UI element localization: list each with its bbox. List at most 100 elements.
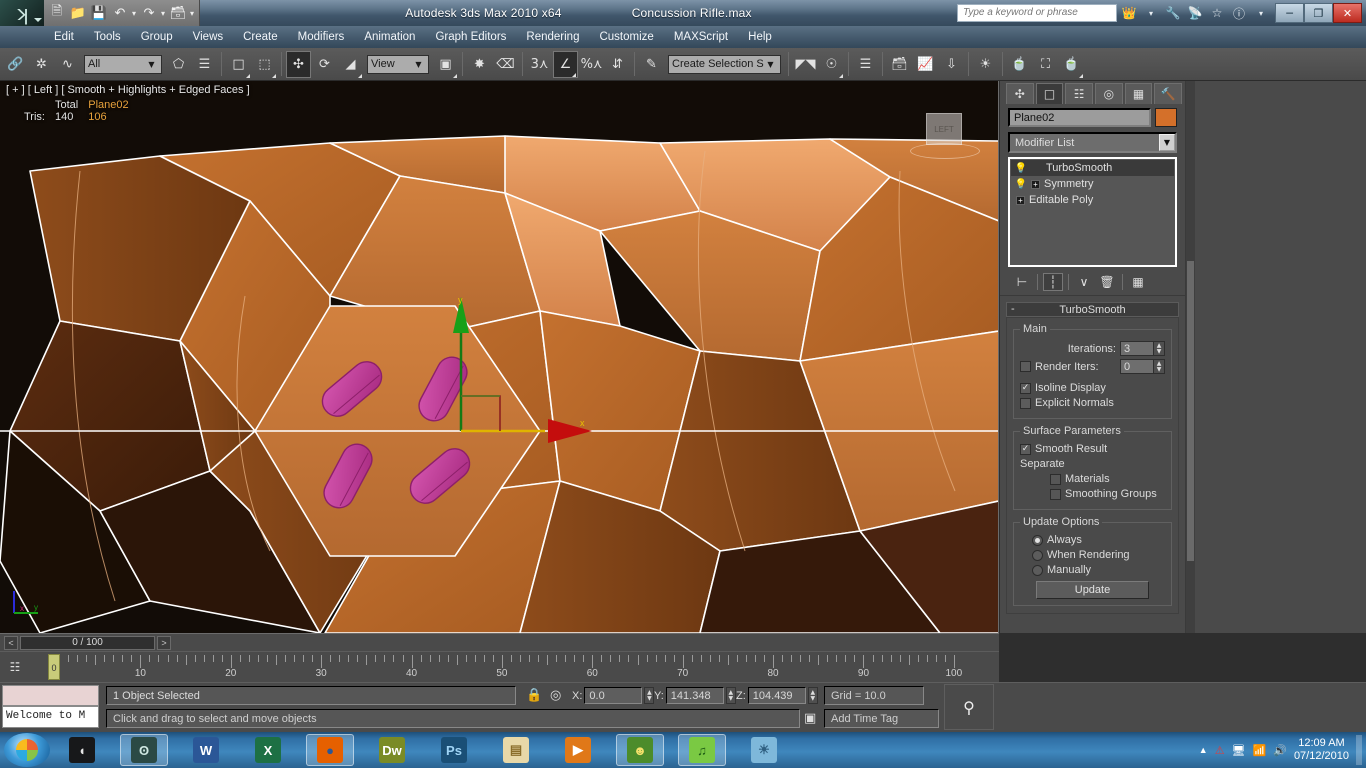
utilities-tab-icon[interactable]: 🔨 [1154,83,1183,104]
time-slider-readout[interactable]: 0 / 100 [20,635,155,650]
select-and-move-icon[interactable]: ✣ [286,50,311,78]
taskbar-item-explorer[interactable]: ▤ [492,734,540,766]
maxscript-mini-listener[interactable]: Welcome to M [2,706,99,728]
pin-stack-icon[interactable]: ⊢ [1012,273,1032,291]
remove-modifier-icon[interactable]: 🗑 [1097,273,1117,291]
selection-filter-dropdown[interactable]: All ▼ [84,54,162,74]
undo-dropdown-icon[interactable]: ▾ [132,9,137,18]
keyboard-shortcut-override-icon[interactable]: ⌫ [493,51,518,78]
x-coordinate-field[interactable]: 0.0 [584,687,643,704]
menu-item-tools[interactable]: Tools [84,29,131,45]
isoline-display-checkbox[interactable]: ✓ [1020,382,1031,394]
taskbar-item-dreamweaver[interactable]: Dw [368,734,416,766]
menu-item-views[interactable]: Views [183,29,233,45]
percent-snap-toggle-icon[interactable]: %⋏ [579,51,604,78]
new-icon[interactable]: 🗎 [48,4,66,22]
render-setup-icon[interactable]: 🍵 [1007,51,1032,78]
track-bar[interactable]: ☷ 10 20 30 40 50 60 70 80 90 100 0 [0,651,999,682]
smooth-result-checkbox[interactable]: ✓ [1020,443,1031,455]
select-object-icon[interactable]: ⬠ [166,51,191,78]
modifier-stack-item-editable-poly[interactable]: + Editable Poly [1011,192,1174,208]
spinner-arrows-icon[interactable]: ▲ ▼ [807,687,818,704]
render-to-texture-icon[interactable]: ⇩ [939,51,964,78]
y-coordinate-field[interactable]: 141.348 [665,687,724,704]
taskbar-item-3dsmax[interactable]: ʘ [120,734,168,766]
window-crossing-toggle-icon[interactable]: ⬚ [252,51,277,78]
menu-item-create[interactable]: Create [233,29,288,45]
snaps-toggle-3-icon[interactable]: 3⋏ [527,51,552,78]
subscription-wrench-icon[interactable]: 🔧 [1163,4,1183,22]
undo-icon[interactable]: ↶ [111,4,129,22]
update-button[interactable]: Update [1036,581,1149,599]
security-alert-icon[interactable]: ⚠ [1215,744,1225,757]
key-mode-toggle-icon[interactable]: ⚲ [944,684,994,730]
previous-frame-button[interactable]: < [4,635,18,650]
selection-lock-icon[interactable]: 🔒 [526,688,542,703]
taskbar-item-word[interactable]: W [182,734,230,766]
edit-named-selection-sets-icon[interactable]: ✎ [639,51,664,78]
taskbar-item-messenger[interactable]: ☻ [616,734,664,766]
unlink-selection-icon[interactable]: ✲ [29,51,54,78]
separate-smoothing-groups-row[interactable]: Smoothing Groups [1020,488,1165,500]
open-icon[interactable]: 📁 [69,4,87,22]
update-always-row[interactable]: Always [1020,534,1165,546]
rendered-frame-window-icon[interactable]: ⛶ [1033,51,1058,78]
modifier-list-dropdown[interactable]: Modifier List ▼ [1008,132,1177,153]
device-icon[interactable]: 🖥 [1232,744,1246,757]
add-time-tag-field[interactable]: Add Time Tag [824,709,939,728]
configure-modifier-sets-icon[interactable]: ▦ [1128,273,1148,291]
show-hidden-icons-icon[interactable]: ▲ [1199,745,1208,755]
viewport-3d-scene[interactable]: x y [0,81,999,633]
layer-manager-icon[interactable]: ☰ [853,51,878,78]
menu-item-group[interactable]: Group [131,29,183,45]
set-project-folder-icon[interactable]: 🗃 [169,4,187,22]
align-icon[interactable]: ☉ [819,51,844,78]
viewcube[interactable]: LEFT [910,113,980,165]
menu-item-animation[interactable]: Animation [354,29,425,45]
viewcube-face-label[interactable]: LEFT [926,113,962,145]
taskbar-item-spotify[interactable]: ♫ [678,734,726,766]
modifier-stack[interactable]: 💡 TurboSmooth 💡 + Symmetry + Editable Po… [1008,157,1177,267]
search-binoculars-icon[interactable]: 👑 [1119,4,1139,22]
search-dropdown-icon[interactable]: ▾ [1141,4,1161,22]
explicit-normals-row[interactable]: Explicit Normals [1020,397,1165,409]
network-icon[interactable]: 📶 [1253,744,1267,757]
favorites-star-icon[interactable]: ☆ [1207,4,1227,22]
material-editor-icon[interactable]: ☀ [973,51,998,78]
motion-tab-icon[interactable]: ◎ [1095,83,1123,104]
select-by-name-icon[interactable]: ☰ [192,51,217,78]
time-slider-handle[interactable]: 0 [48,654,60,680]
iterations-value[interactable]: 3 [1120,341,1154,356]
next-frame-button[interactable]: > [157,635,171,650]
maxscript-mini-listener-pink[interactable] [2,685,99,706]
mirror-icon[interactable]: ◤◥ [793,51,818,78]
object-color-swatch[interactable] [1155,108,1177,127]
scrollbar-thumb[interactable] [1187,261,1194,561]
taskbar-item-mediaplayer[interactable]: ▶ [554,734,602,766]
qat-dropdown-icon[interactable]: ▾ [190,9,195,18]
spinner-arrows-icon[interactable]: ▲ ▼ [644,687,655,704]
menu-item-edit[interactable]: Edit [44,29,84,45]
taskbar-item-firefox[interactable]: ● [306,734,354,766]
light-bulb-icon[interactable]: 💡 [1015,162,1027,174]
named-selection-sets-dropdown[interactable]: Create Selection Se ▼ [668,54,781,74]
spinner-arrows-icon[interactable]: ▲ ▼ [1154,359,1165,374]
isoline-display-row[interactable]: ✓ Isoline Display [1020,382,1165,394]
update-when-rendering-radio[interactable] [1032,549,1043,561]
separate-materials-checkbox[interactable] [1050,473,1061,485]
viewport-left[interactable]: x y [ + ] [ Left ] [ Smooth + Highlights… [0,81,999,633]
track-bar-ruler[interactable]: 10 20 30 40 50 60 70 80 90 100 [30,652,999,682]
chevron-down-icon[interactable]: ▼ [1159,134,1175,151]
hierarchy-tab-icon[interactable]: ☷ [1065,83,1094,104]
select-and-uniform-scale-icon[interactable]: ◢ [338,51,363,78]
rollout-collapse-icon[interactable]: - [1011,303,1015,315]
taskbar-item-photoshop[interactable]: Ps [430,734,478,766]
modifier-stack-item-symmetry[interactable]: 💡 + Symmetry [1011,176,1174,192]
command-panel-scrollbar[interactable] [1186,81,1195,633]
menu-item-graph-editors[interactable]: Graph Editors [425,29,516,45]
iterations-spinner[interactable]: 3 ▲ ▼ [1120,341,1165,356]
communication-center-icon[interactable]: 📡 [1185,4,1205,22]
z-coordinate-field[interactable]: 104.439 [747,687,806,704]
use-pivot-point-center-icon[interactable]: ▣ [433,51,458,78]
search-input[interactable]: Type a keyword or phrase [957,4,1117,22]
